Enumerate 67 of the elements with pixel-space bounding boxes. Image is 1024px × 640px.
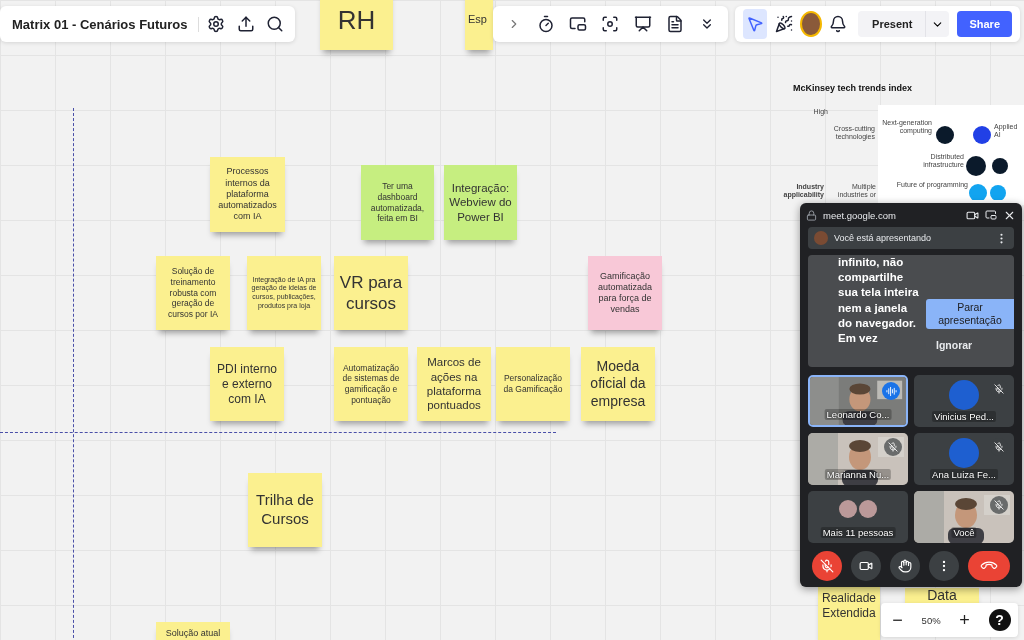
camera-button[interactable] [851,551,881,581]
sticky-note[interactable]: Esp [465,0,493,50]
banner-text: Você está apresentando [834,233,933,243]
avatar [859,500,877,518]
zoom-in-button[interactable]: + [955,609,974,631]
present-options-button[interactable] [925,11,950,37]
help-button[interactable]: ? [988,609,1011,631]
participant-name: Ana Luiza Fe... [930,469,998,480]
sticky-note[interactable]: Ter uma dashboard automatizada, feita em BI [361,165,434,240]
zoom-out-button[interactable]: − [888,609,907,631]
sticky-note[interactable]: PDI interno e externo com IA [210,347,284,421]
avatar [949,438,979,468]
board-icon [633,15,652,33]
present-button[interactable]: Present [858,11,927,37]
document-icon [665,15,684,33]
participant-tile[interactable]: Leonardo Co... [808,375,908,427]
card-icon [569,15,588,33]
end-call-button[interactable] [968,551,1010,581]
user-avatar[interactable] [799,11,822,37]
gear-icon [207,15,226,33]
participant-name: Mais 11 pessoas [820,527,896,538]
chart-title: McKinsey tech trends index [793,83,913,93]
upload-icon [236,15,255,33]
avatar [949,380,979,410]
timer-icon [537,15,556,33]
sticky-note[interactable]: Realidade Extendida [818,585,880,640]
sticky-note[interactable]: Personalização da Gamificação [496,347,570,421]
focus-icon [601,15,620,33]
share-button[interactable]: Share [957,11,1012,37]
participant-name: Vinicius Ped... [932,411,996,422]
site-address: meet.google.com [823,209,897,221]
sticky-note[interactable]: VR para cursos [334,256,408,330]
stop-presenting-button[interactable]: Parar apresentação [926,299,1014,330]
warning-text: infinito, não compartilhe sua tela inteira nem a janela do navegador. Em vez [838,255,920,346]
sticky-note[interactable]: Processos internos da plataforma automatizados com IA [210,157,285,232]
ignore-button[interactable]: Ignorar [924,339,973,352]
participant-name: Você [951,527,977,538]
party-popper-icon [774,15,793,33]
zoom-level: 50% [921,614,941,626]
sticky-note[interactable]: Solução atual [156,622,230,640]
sticky-note[interactable]: Automatização de sistemas de gamificação e pontuação [334,347,408,421]
lock-icon [806,209,817,221]
sticky-note[interactable]: Gamificação automatizada para força de vendas [588,256,662,330]
sticky-note[interactable]: Moeda oficial da empresa [581,347,655,421]
avatar [839,500,857,518]
hand-icon [898,559,912,573]
sticky-note[interactable]: RH [320,0,393,50]
participant-tile[interactable]: Ana Luiza Fe... [914,433,1014,485]
participant-tile[interactable]: Mais 11 pessoas [808,491,908,543]
search-icon [266,15,285,33]
participant-tile[interactable]: Vinicius Ped... [914,375,1014,427]
participant-tile[interactable]: Você [914,491,1014,543]
cursor-icon [746,15,765,33]
microphone-button[interactable] [812,551,842,581]
cursor-button[interactable] [743,9,768,39]
user-avatar [814,231,828,245]
sticky-note[interactable]: Integração: Webview do Power BI [444,165,517,240]
raise-hand-button[interactable] [890,551,920,581]
sticky-note[interactable]: Solução de treinamento robusta com geração de cursos por IA [156,256,230,330]
bell-icon [828,15,847,33]
participant-name: Leonardo Co... [824,409,892,420]
sticky-note[interactable]: Trilha de Cursos [248,473,322,547]
pip-icon[interactable] [985,209,997,221]
sticky-note[interactable]: Data [905,588,979,603]
mic-off-icon [820,559,834,573]
camera-icon [859,559,873,573]
sticky-note[interactable]: Marcos de ações na plataforma pontuados [417,347,491,421]
